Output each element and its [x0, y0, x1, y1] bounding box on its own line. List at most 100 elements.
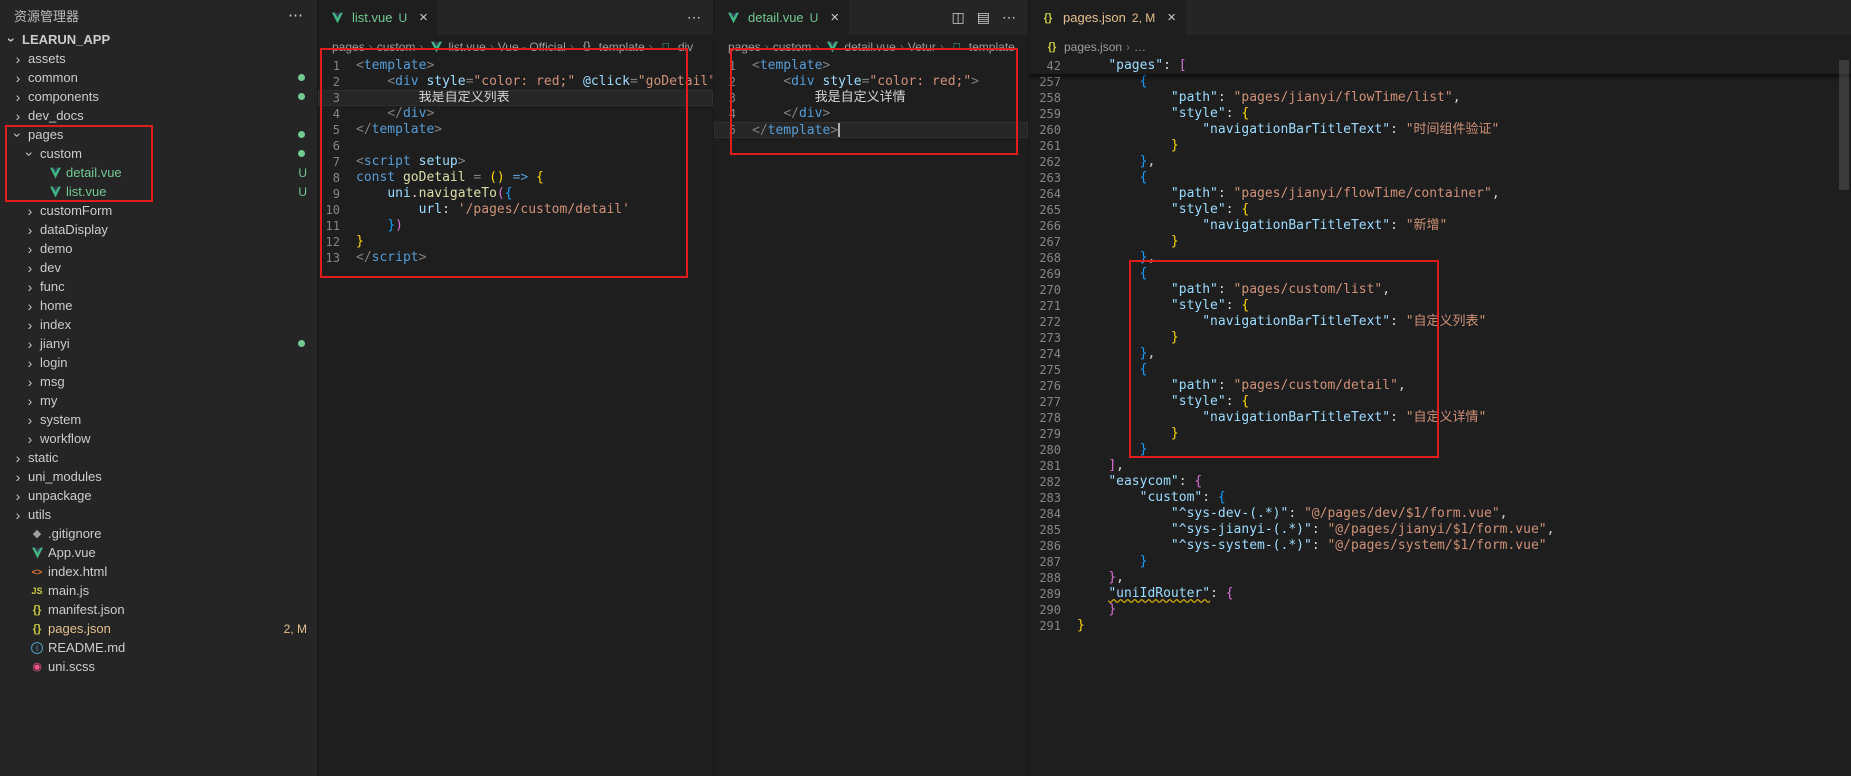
code-line[interactable]: 270 "path": "pages/custom/list", — [1029, 282, 1851, 298]
code-editor[interactable]: 1<template>2 <div style="color: red;" @c… — [318, 58, 713, 776]
code-line[interactable]: 10 url: '/pages/custom/detail' — [318, 202, 713, 218]
tree-item[interactable]: ›login — [0, 353, 317, 372]
code-line[interactable]: 267 } — [1029, 234, 1851, 250]
chevron-right-icon[interactable]: › — [22, 242, 38, 256]
code-line[interactable]: 2 <div style="color: red;" @click="goDet… — [318, 74, 713, 90]
code-editor[interactable]: 42 "pages": [257 {258 "path": "pages/jia… — [1029, 58, 1851, 776]
code-line[interactable]: 288 }, — [1029, 570, 1851, 586]
tree-item[interactable]: ›common — [0, 68, 317, 87]
tree-item[interactable]: ›unpackage — [0, 486, 317, 505]
breadcrumb-item[interactable]: pages — [728, 40, 761, 54]
chevron-right-icon[interactable]: › — [22, 356, 38, 370]
close-icon[interactable]: × — [1167, 10, 1176, 25]
breadcrumb-item[interactable]: pages — [332, 40, 365, 54]
code-line[interactable]: 13</script> — [318, 250, 713, 266]
code-line[interactable]: 260 "navigationBarTitleText": "时间组件验证" — [1029, 122, 1851, 138]
breadcrumb-item[interactable]: {}template — [578, 40, 645, 54]
more-actions-icon[interactable]: ⋯ — [687, 9, 701, 26]
chevron-right-icon[interactable]: › — [22, 413, 38, 427]
chevron-right-icon[interactable]: › — [22, 280, 38, 294]
tree-item[interactable]: detail.vueU — [0, 163, 317, 182]
code-line[interactable]: 286 "^sys-system-(.*)": "@/pages/system/… — [1029, 538, 1851, 554]
chevron-right-icon[interactable]: › — [22, 375, 38, 389]
code-line[interactable]: 278 "navigationBarTitleText": "自定义详情" — [1029, 410, 1851, 426]
tree-item[interactable]: ›home — [0, 296, 317, 315]
code-line[interactable]: 1<template> — [318, 58, 713, 74]
code-line[interactable]: 263 { — [1029, 170, 1851, 186]
code-line[interactable]: 7<script setup> — [318, 154, 713, 170]
tree-item[interactable]: ›customForm — [0, 201, 317, 220]
scrollbar-thumb[interactable] — [1839, 60, 1849, 190]
tree-item[interactable]: ◉uni.scss — [0, 657, 317, 676]
code-line[interactable]: 284 "^sys-dev-(.*)": "@/pages/dev/$1/for… — [1029, 506, 1851, 522]
chevron-down-icon[interactable]: › — [11, 127, 25, 143]
code-line[interactable]: 276 "path": "pages/custom/detail", — [1029, 378, 1851, 394]
code-line[interactable]: 285 "^sys-jianyi-(.*)": "@/pages/jianyi/… — [1029, 522, 1851, 538]
tree-item[interactable]: ›msg — [0, 372, 317, 391]
code-line[interactable]: 271 "style": { — [1029, 298, 1851, 314]
code-line[interactable]: 275 { — [1029, 362, 1851, 378]
code-line[interactable]: 6 — [318, 138, 713, 154]
tree-item[interactable]: ›system — [0, 410, 317, 429]
chevron-right-icon[interactable]: › — [10, 508, 26, 522]
tree-item[interactable]: ›uni_modules — [0, 467, 317, 486]
code-line[interactable]: 261 } — [1029, 138, 1851, 154]
tab-pages-json[interactable]: {}pages.json2, M× — [1029, 0, 1187, 35]
code-line[interactable]: 268 }, — [1029, 250, 1851, 266]
code-line[interactable]: 2 <div style="color: red;"> — [714, 74, 1028, 90]
code-line[interactable]: 259 "style": { — [1029, 106, 1851, 122]
chevron-right-icon[interactable]: › — [22, 299, 38, 313]
code-line[interactable]: 289 "uniIdRouter": { — [1029, 586, 1851, 602]
code-line[interactable]: 3 我是自定义列表 — [318, 90, 713, 106]
tree-root-item[interactable]: › LEARUN_APP — [0, 30, 317, 49]
breadcrumb-item[interactable]: … — [1134, 40, 1146, 54]
breadcrumb-item[interactable]: {}pages.json — [1043, 40, 1122, 54]
tree-item[interactable]: ›demo — [0, 239, 317, 258]
chevron-right-icon[interactable]: › — [10, 71, 26, 85]
chevron-right-icon[interactable]: › — [10, 90, 26, 104]
code-line[interactable]: 257 { — [1029, 74, 1851, 90]
chevron-right-icon[interactable]: › — [10, 52, 26, 66]
chevron-right-icon[interactable]: › — [10, 489, 26, 503]
tree-item[interactable]: ›pages — [0, 125, 317, 144]
code-line[interactable]: 3 我是自定义详情 — [714, 90, 1028, 106]
code-line[interactable]: 290 } — [1029, 602, 1851, 618]
tree-item[interactable]: ›my — [0, 391, 317, 410]
breadcrumb-item[interactable]: detail.vue — [823, 40, 895, 54]
chevron-right-icon[interactable]: › — [22, 204, 38, 218]
chevron-right-icon[interactable]: › — [22, 337, 38, 351]
code-line[interactable]: 4 </div> — [318, 106, 713, 122]
code-line[interactable]: 287 } — [1029, 554, 1851, 570]
close-icon[interactable]: × — [419, 10, 428, 25]
code-line[interactable]: 272 "navigationBarTitleText": "自定义列表" — [1029, 314, 1851, 330]
code-line[interactable]: 291} — [1029, 618, 1851, 634]
code-line[interactable]: 9 uni.navigateTo({ — [318, 186, 713, 202]
tree-item[interactable]: ›workflow — [0, 429, 317, 448]
breadcrumb-item[interactable]: list.vue — [427, 40, 485, 54]
breadcrumb-item[interactable]: □div — [657, 40, 693, 54]
tree-item[interactable]: ›utils — [0, 505, 317, 524]
breadcrumb-item[interactable]: custom — [377, 40, 416, 54]
chevron-right-icon[interactable]: › — [22, 432, 38, 446]
tree-item[interactable]: ›static — [0, 448, 317, 467]
code-line[interactable]: 4 </div> — [714, 106, 1028, 122]
tree-item[interactable]: ›index — [0, 315, 317, 334]
code-line[interactable]: 269 { — [1029, 266, 1851, 282]
more-actions-icon[interactable]: ⋯ — [1002, 9, 1016, 26]
code-editor[interactable]: 1<template>2 <div style="color: red;">3 … — [714, 58, 1028, 776]
chevron-right-icon[interactable]: › — [10, 109, 26, 123]
breadcrumb-item[interactable]: □template — [948, 40, 1015, 54]
code-line[interactable]: 262 }, — [1029, 154, 1851, 170]
tree-item[interactable]: ›jianyi — [0, 334, 317, 353]
code-line[interactable]: 280 } — [1029, 442, 1851, 458]
split-editor-icon[interactable]: ◫ — [952, 9, 965, 26]
tree-item[interactable]: <>index.html — [0, 562, 317, 581]
chevron-right-icon[interactable]: › — [22, 318, 38, 332]
code-line[interactable]: 274 }, — [1029, 346, 1851, 362]
tree-item[interactable]: ›dev — [0, 258, 317, 277]
code-line[interactable]: 5</template> — [714, 122, 1028, 138]
code-line[interactable]: 277 "style": { — [1029, 394, 1851, 410]
tree-item[interactable]: {}pages.json2, M — [0, 619, 317, 638]
tree-item[interactable]: ›dataDisplay — [0, 220, 317, 239]
breadcrumb-item[interactable]: Vue - Official — [498, 40, 566, 54]
